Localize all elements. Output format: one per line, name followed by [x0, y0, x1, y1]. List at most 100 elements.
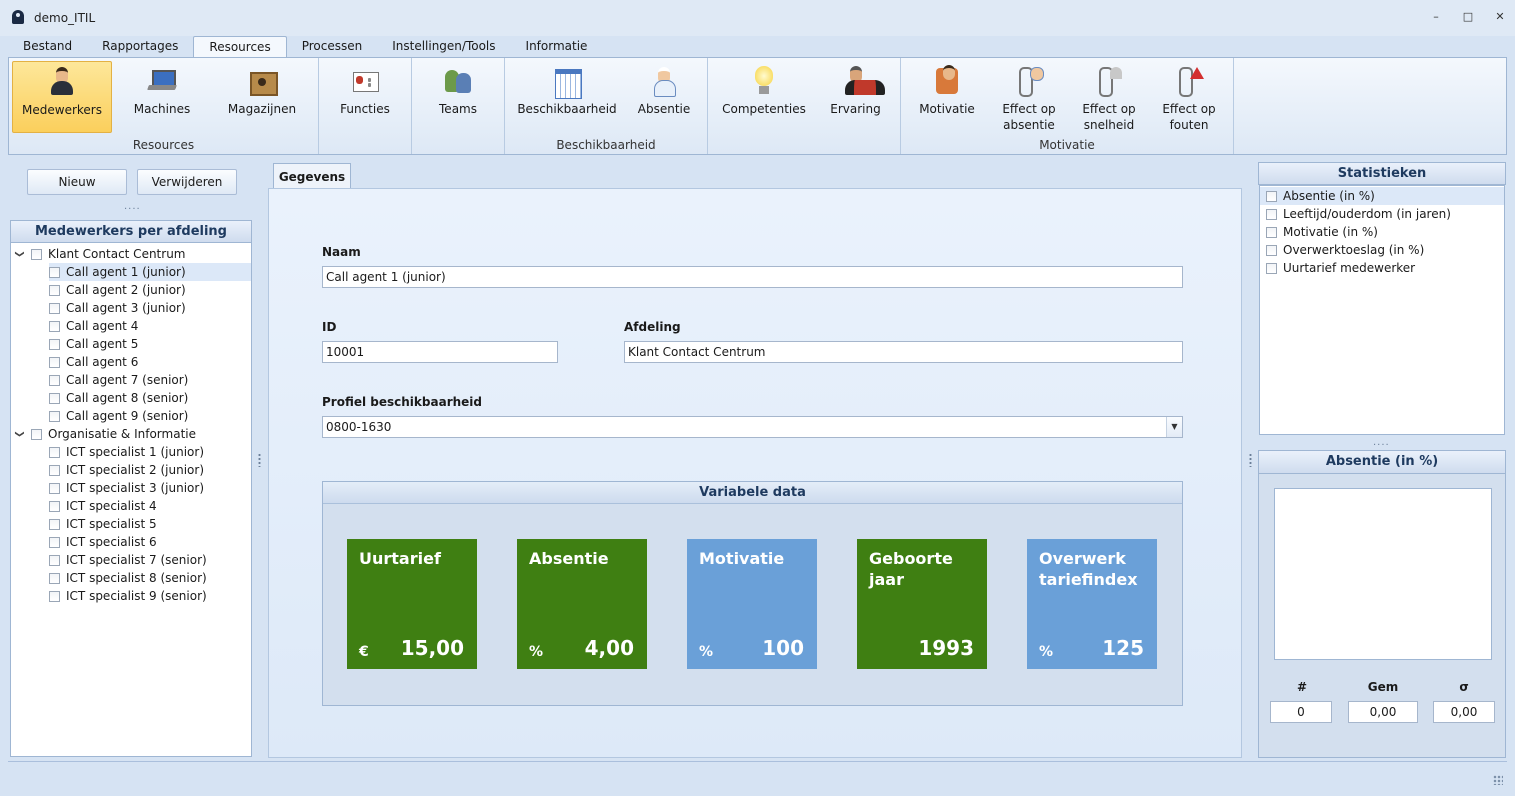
department-checkbox[interactable] [31, 248, 42, 260]
tree-department[interactable]: ❯ Organisatie & Informatie [13, 425, 249, 443]
tile-title: Absentie [529, 549, 609, 568]
absentie-button[interactable]: Absentie [629, 61, 699, 133]
employee-label: Call agent 6 [66, 355, 139, 369]
left-splitter[interactable] [258, 453, 261, 467]
tree-employee[interactable]: Call agent 6 [49, 353, 251, 371]
tab-instellingen-tools[interactable]: Instellingen/Tools [377, 36, 510, 58]
tile-value: 1993 [918, 636, 974, 660]
stat-checkbox[interactable] [1266, 208, 1277, 220]
teams-button[interactable]: Teams [418, 61, 498, 133]
tile-title: Motivatie [699, 549, 785, 568]
stat-checkbox[interactable] [1266, 226, 1277, 238]
employee-checkbox[interactable] [49, 500, 60, 512]
minimize-button[interactable]: – [1429, 10, 1443, 24]
functies-button[interactable]: Functies [325, 61, 405, 133]
employee-checkbox[interactable] [49, 374, 60, 386]
ervaring-button[interactable]: Ervaring [818, 61, 893, 133]
tile-title: Overwerk tariefindex [1039, 549, 1138, 589]
tree-employee[interactable]: Call agent 3 (junior) [49, 299, 251, 317]
tree-department[interactable]: ❯ Klant Contact Centrum [13, 245, 249, 263]
tree-employee[interactable]: ICT specialist 3 (junior) [49, 479, 251, 497]
tree-employee[interactable]: ICT specialist 5 [49, 515, 251, 533]
employee-checkbox[interactable] [49, 536, 60, 548]
tree-employee[interactable]: Call agent 4 [49, 317, 251, 335]
tree-employee[interactable]: ICT specialist 2 (junior) [49, 461, 251, 479]
tree-employee[interactable]: Call agent 9 (senior) [49, 407, 251, 425]
stat-checkbox[interactable] [1266, 244, 1277, 256]
splitter-handle[interactable]: .... [1373, 437, 1390, 448]
stat-item[interactable]: Uurtarief medewerker [1260, 259, 1504, 277]
tab-bestand[interactable]: Bestand [8, 36, 87, 58]
window-controls: – □ ✕ [1429, 10, 1507, 24]
employee-checkbox[interactable] [49, 320, 60, 332]
effect-absentie-button[interactable]: Effect op absentie [993, 61, 1065, 133]
tree-employee[interactable]: ICT specialist 4 [49, 497, 251, 515]
employee-checkbox[interactable] [49, 266, 60, 278]
delete-button[interactable]: Verwijderen [137, 169, 237, 195]
tab-processen[interactable]: Processen [287, 36, 378, 58]
employee-checkbox[interactable] [49, 302, 60, 314]
medewerkers-button[interactable]: Medewerkers [12, 61, 112, 133]
chevron-down-icon[interactable]: ❯ [10, 248, 28, 260]
machines-button[interactable]: Machines [122, 61, 202, 133]
mean-field[interactable]: 0,00 [1348, 701, 1418, 723]
chevron-down-icon[interactable]: ❯ [10, 428, 28, 440]
beschikbaarheid-button[interactable]: Beschikbaarheid [512, 61, 622, 133]
splitter-handle[interactable]: .... [124, 201, 141, 212]
count-field[interactable]: 0 [1270, 701, 1332, 723]
close-button[interactable]: ✕ [1493, 10, 1507, 24]
sigma-field[interactable]: 0,00 [1433, 701, 1495, 723]
stat-item[interactable]: Leeftijd/ouderdom (in jaren) [1260, 205, 1504, 223]
tile-unit: % [529, 644, 544, 660]
new-button[interactable]: Nieuw [27, 169, 127, 195]
effect-fouten-button[interactable]: Effect op fouten [1153, 61, 1225, 133]
employee-checkbox[interactable] [49, 590, 60, 602]
tab-rapportages[interactable]: Rapportages [87, 36, 193, 58]
employee-checkbox[interactable] [49, 410, 60, 422]
name-field[interactable]: Call agent 1 (junior) [322, 266, 1183, 288]
tree-employee[interactable]: Call agent 8 (senior) [49, 389, 251, 407]
employee-checkbox[interactable] [49, 464, 60, 476]
tree-employee[interactable]: Call agent 5 [49, 335, 251, 353]
tab-gegevens[interactable]: Gegevens [273, 163, 351, 189]
tab-informatie[interactable]: Informatie [511, 36, 603, 58]
employee-checkbox[interactable] [49, 392, 60, 404]
tree-employee[interactable]: Call agent 7 (senior) [49, 371, 251, 389]
department-field[interactable]: Klant Contact Centrum [624, 341, 1183, 363]
employee-checkbox[interactable] [49, 338, 60, 350]
resize-grip-icon[interactable] [1493, 775, 1503, 785]
stat-item[interactable]: Absentie (in %) [1260, 187, 1504, 205]
tab-resources[interactable]: Resources [193, 36, 287, 58]
magazijnen-button[interactable]: Magazijnen [217, 61, 307, 133]
tree-employee[interactable]: ICT specialist 1 (junior) [49, 443, 251, 461]
competenties-button[interactable]: Competenties [719, 61, 809, 133]
right-splitter[interactable] [1249, 453, 1252, 467]
tree-employee[interactable]: ICT specialist 6 [49, 533, 251, 551]
employee-checkbox[interactable] [49, 554, 60, 566]
employee-label: ICT specialist 6 [66, 535, 157, 549]
employee-checkbox[interactable] [49, 518, 60, 530]
tree-employee[interactable]: ICT specialist 7 (senior) [49, 551, 251, 569]
ribbon-group-resources: Medewerkers Machines Magazijnen Resource… [9, 58, 319, 154]
id-field[interactable]: 10001 [322, 341, 558, 363]
employee-checkbox[interactable] [49, 356, 60, 368]
employee-checkbox[interactable] [49, 482, 60, 494]
motivatie-button[interactable]: Motivatie [911, 61, 983, 133]
employee-checkbox[interactable] [49, 284, 60, 296]
department-checkbox[interactable] [31, 428, 42, 440]
effect-snelheid-button[interactable]: Effect op snelheid [1073, 61, 1145, 133]
tree-employee[interactable]: ICT specialist 8 (senior) [49, 569, 251, 587]
tree-employee[interactable]: Call agent 2 (junior) [49, 281, 251, 299]
tree-employee[interactable]: ICT specialist 9 (senior) [49, 587, 251, 605]
tree-employee[interactable]: Call agent 1 (junior) [49, 263, 251, 281]
department-label: Organisatie & Informatie [48, 427, 196, 441]
stat-checkbox[interactable] [1266, 190, 1277, 202]
stat-item[interactable]: Overwerktoeslag (in %) [1260, 241, 1504, 259]
employee-checkbox[interactable] [49, 572, 60, 584]
stat-checkbox[interactable] [1266, 262, 1277, 274]
maximize-button[interactable]: □ [1461, 10, 1475, 24]
chevron-down-icon[interactable]: ▼ [1166, 417, 1182, 437]
stat-item[interactable]: Motivatie (in %) [1260, 223, 1504, 241]
profile-select[interactable]: 0800-1630 ▼ [322, 416, 1183, 438]
employee-checkbox[interactable] [49, 446, 60, 458]
